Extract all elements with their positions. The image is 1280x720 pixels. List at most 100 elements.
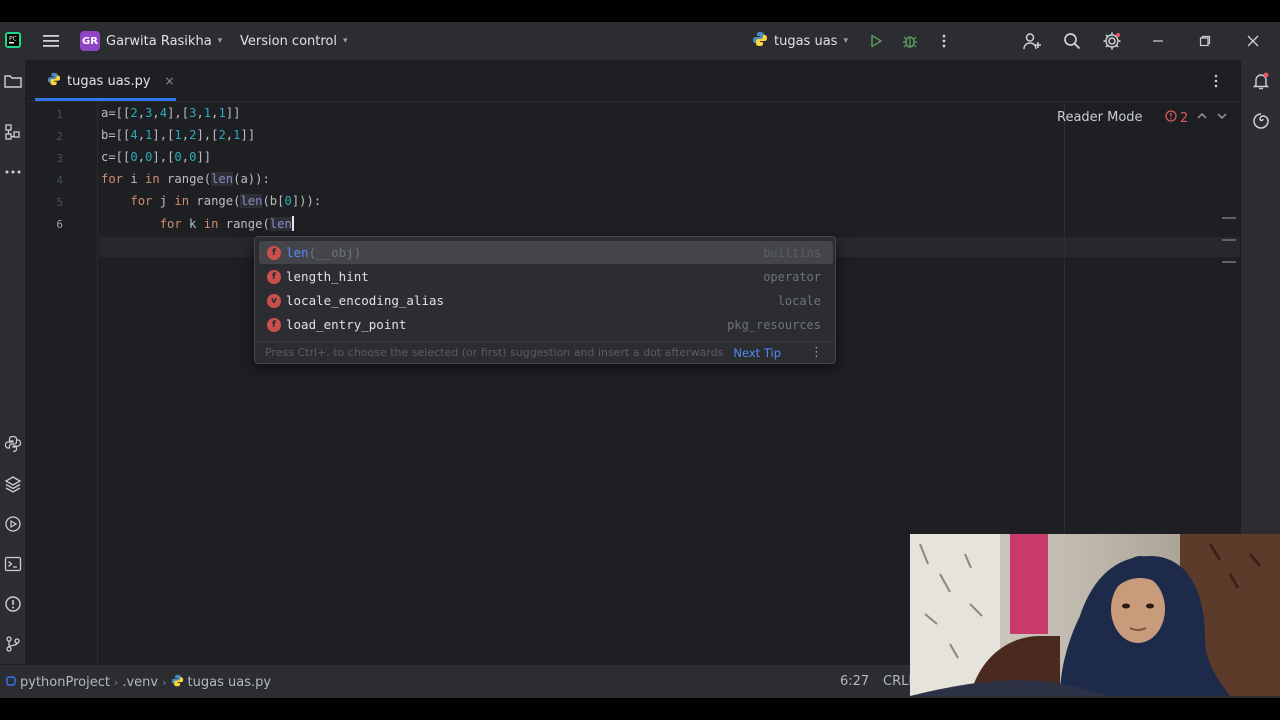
completion-name: locale_encoding_alias [286, 293, 445, 308]
run-configuration-selector[interactable]: tugas uas ▾ [752, 30, 848, 52]
previous-highlight-icon[interactable] [1197, 109, 1207, 123]
error-count-indicator[interactable]: 2 [1165, 110, 1188, 126]
completion-item[interactable]: f len (__obj) builtins [259, 241, 833, 264]
more-tool-windows-icon[interactable] [3, 162, 23, 182]
left-tool-window-bar [0, 60, 26, 664]
restore-icon[interactable] [1193, 29, 1217, 53]
tab-options-icon[interactable] [1206, 71, 1226, 91]
function-icon: f [267, 245, 281, 260]
version-control-label: Version control [240, 33, 337, 49]
code-line-2: b=[[4,1],[1,2],[2,1]] [101, 128, 256, 142]
breadcrumb-project[interactable]: pythonProject [20, 675, 110, 690]
completion-hint-bar: Press Ctrl+. to choose the selected (or … [255, 341, 835, 363]
minimize-icon[interactable] [1146, 29, 1170, 53]
search-icon[interactable] [1060, 29, 1084, 53]
terminal-icon[interactable] [3, 554, 23, 574]
breadcrumb: pythonProject › .venv › tugas uas.py [6, 674, 271, 691]
code-line-3: c=[[0,0],[0,0]] [101, 150, 212, 164]
completion-item[interactable]: f length_hint operator [259, 265, 833, 288]
structure-icon[interactable] [3, 122, 23, 142]
more-actions-icon[interactable] [932, 29, 956, 53]
tab-label: tugas uas.py [67, 73, 151, 89]
code-completion-popup: f len (__obj) builtins f length_hint ope… [254, 236, 836, 364]
chevron-down-icon: ▾ [217, 36, 223, 46]
completion-options-icon[interactable]: ⋮ [810, 345, 823, 360]
error-count: 2 [1180, 110, 1189, 126]
completion-name: load_entry_point [286, 317, 407, 332]
pycharm-logo-icon[interactable]: PC [4, 31, 22, 49]
completion-source: pkg_resources [727, 317, 821, 332]
python-file-icon [171, 674, 184, 691]
settings-gear-icon[interactable] [1100, 29, 1124, 53]
function-icon: f [267, 317, 281, 332]
python-packages-icon[interactable] [3, 434, 23, 454]
chevron-right-icon: › [113, 676, 119, 689]
project-badge: GR [80, 31, 100, 51]
completion-params: (__obj) [308, 245, 362, 260]
run-config-name: tugas uas [774, 33, 838, 49]
line-number-gutter: 1 2 3 4 5 6 [27, 103, 99, 664]
code-line-1: a=[[2,3,4],[3,1,1]] [101, 106, 241, 120]
svg-text:PC: PC [9, 36, 17, 43]
editor-tab-bar: tugas uas.py × [27, 60, 1240, 102]
line-number: 6 [56, 218, 63, 231]
webcam-overlay [910, 534, 1280, 696]
chevron-down-icon: ▾ [843, 36, 848, 46]
line-number: 1 [56, 108, 63, 121]
tab-close-icon[interactable]: × [165, 74, 175, 88]
chevron-right-icon: › [162, 676, 167, 689]
git-branch-icon[interactable] [3, 634, 23, 654]
python-icon [752, 31, 768, 51]
completion-name: len [286, 245, 309, 260]
problems-icon[interactable] [3, 594, 23, 614]
completion-source: builtins [763, 245, 821, 260]
version-control-menu[interactable]: Version control ▾ [240, 30, 348, 52]
project-selector[interactable]: GR Garwita Rasikha ▾ [80, 30, 222, 52]
highlight-navigation [1197, 109, 1227, 123]
completion-item[interactable]: f load_entry_point pkg_resources [259, 313, 833, 336]
debug-icon[interactable] [898, 29, 922, 53]
breadcrumb-file[interactable]: tugas uas.py [188, 675, 272, 690]
caret-position[interactable]: 6:27 [840, 674, 869, 689]
completion-source: locale [777, 293, 821, 308]
line-number: 5 [56, 196, 63, 209]
project-folder-icon[interactable] [3, 71, 23, 91]
error-icon [1165, 110, 1177, 126]
completion-hint: Press Ctrl+. to choose the selected (or … [265, 346, 724, 359]
next-tip-link[interactable]: Next Tip [733, 346, 781, 360]
notifications-bell-icon[interactable] [1250, 70, 1272, 92]
code-line-5: for j in range(len(b[0])): [130, 194, 322, 208]
scrollbar-marker[interactable] [1222, 261, 1236, 263]
text-cursor [291, 216, 294, 231]
active-tab-indicator [35, 98, 176, 101]
scrollbar-marker[interactable] [1222, 239, 1236, 241]
run-icon[interactable] [864, 29, 888, 53]
function-icon: f [267, 269, 281, 284]
title-bar: PC GR Garwita Rasikha ▾ Version control … [0, 22, 1280, 60]
close-window-icon[interactable] [1241, 29, 1265, 53]
breadcrumb-venv[interactable]: .venv [122, 675, 158, 690]
layers-icon[interactable] [3, 474, 23, 494]
tab-tugas-uas-py[interactable]: tugas uas.py × [35, 60, 203, 102]
code-line-4: for i in range(len(a)): [101, 172, 270, 186]
completion-name: length_hint [286, 269, 369, 284]
ide-window: PC GR Garwita Rasikha ▾ Version control … [0, 22, 1280, 698]
module-icon [6, 675, 16, 690]
chevron-down-icon: ▾ [343, 36, 348, 46]
reader-mode-toggle[interactable]: Reader Mode [1057, 110, 1143, 125]
line-number: 2 [56, 130, 63, 143]
variable-icon: v [267, 293, 281, 308]
completion-source: operator [763, 269, 821, 284]
project-name: Garwita Rasikha [106, 33, 212, 49]
gutter-divider [97, 103, 98, 664]
python-file-icon [47, 72, 61, 90]
completion-item[interactable]: v locale_encoding_alias locale [259, 289, 833, 312]
services-run-icon[interactable] [3, 514, 23, 534]
next-highlight-icon[interactable] [1217, 109, 1227, 123]
webcam-video-frame [910, 534, 1280, 696]
main-menu-icon[interactable] [41, 31, 61, 51]
add-user-icon[interactable] [1020, 29, 1044, 53]
scrollbar-marker[interactable] [1222, 217, 1236, 219]
code-line-6: for k in range(len [159, 216, 294, 231]
ai-assistant-spiral-icon[interactable] [1250, 110, 1272, 132]
